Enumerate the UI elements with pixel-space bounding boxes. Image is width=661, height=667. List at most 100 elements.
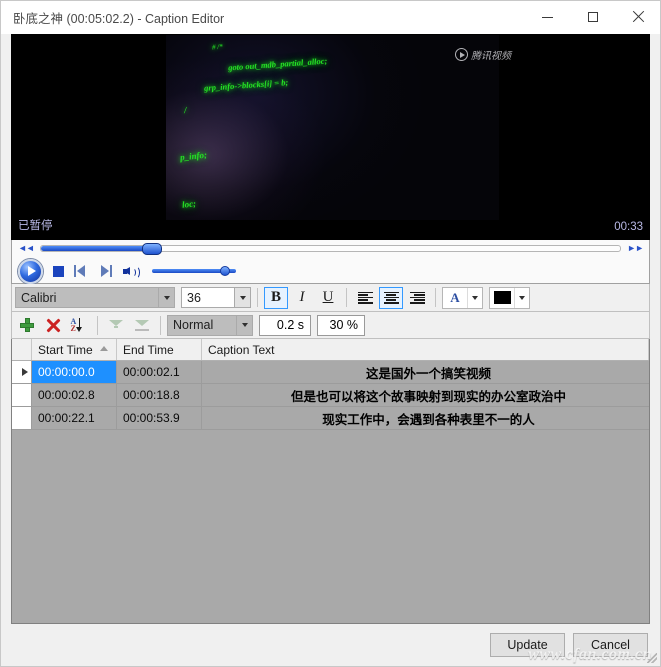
sort-ascending-icon xyxy=(100,346,108,351)
seek-slider[interactable] xyxy=(39,242,622,255)
maximize-button[interactable] xyxy=(570,2,615,33)
minimize-button[interactable] xyxy=(525,2,570,33)
font-family-select[interactable]: Calibri xyxy=(15,287,175,308)
align-right-icon xyxy=(409,291,425,304)
chevron-down-icon[interactable] xyxy=(234,288,250,307)
volume-thumb[interactable] xyxy=(220,266,230,276)
fill-color-button[interactable] xyxy=(489,286,530,309)
update-button[interactable]: Update xyxy=(490,633,565,657)
caption-editor-window: 卧底之神 (00:05:02.2) - Caption Editor # /* … xyxy=(0,0,661,667)
align-center-button[interactable] xyxy=(379,286,403,309)
bold-button[interactable]: B xyxy=(264,286,288,309)
align-right-button[interactable] xyxy=(405,287,429,309)
font-size-select[interactable]: 36 xyxy=(181,287,251,308)
delete-caption-button[interactable] xyxy=(41,314,65,336)
minimize-icon xyxy=(542,16,553,18)
toolbar-divider xyxy=(97,315,98,335)
tencent-video-watermark: 腾讯视频 xyxy=(455,47,511,62)
table-row[interactable]: 00:00:00.0 00:00:02.1 这是国外一个搞笑视频 xyxy=(12,361,649,384)
filter-down-icon xyxy=(134,319,150,331)
chevron-down-icon[interactable] xyxy=(158,288,174,307)
resize-grip[interactable] xyxy=(647,653,657,663)
grid-header-start-time-label: Start Time xyxy=(38,342,93,357)
maximize-icon xyxy=(587,12,598,22)
playback-button-row xyxy=(18,258,643,284)
format-toolbar: Calibri 36 B I U A xyxy=(11,284,650,312)
underline-button[interactable]: U xyxy=(316,287,340,309)
cell-end-time[interactable]: 00:00:18.8 xyxy=(117,384,202,406)
volume-slider[interactable] xyxy=(152,266,236,276)
window-title: 卧底之神 (00:05:02.2) - Caption Editor xyxy=(13,11,225,26)
toolbar-divider xyxy=(257,288,258,307)
font-color-button[interactable]: A xyxy=(442,286,483,309)
seek-fill xyxy=(40,245,151,251)
grid-header-end-time[interactable]: End Time xyxy=(117,339,202,360)
code-line: # /* xyxy=(211,42,224,52)
font-color-label: A xyxy=(450,289,460,305)
plus-icon xyxy=(20,318,34,332)
italic-button[interactable]: I xyxy=(290,287,314,309)
filter-down-button xyxy=(130,314,154,336)
video-frame: # /* goto out_mdb_partial_alloc; grp_inf… xyxy=(166,35,499,220)
align-left-icon xyxy=(357,291,373,304)
align-left-button[interactable] xyxy=(353,287,377,309)
cell-caption-text[interactable]: 现实工作中，会遇到各种表里不一的人 xyxy=(202,407,649,429)
close-x-icon xyxy=(46,318,60,332)
font-color-icon[interactable]: A xyxy=(443,288,467,308)
grid-header-caption-text[interactable]: Caption Text xyxy=(202,339,649,360)
previous-frame-button[interactable] xyxy=(74,265,88,277)
row-selector[interactable] xyxy=(12,361,32,383)
fill-color-swatch[interactable] xyxy=(490,288,514,308)
seek-thumb[interactable] xyxy=(142,242,163,255)
cell-start-time[interactable]: 00:00:02.8 xyxy=(32,384,117,406)
cancel-button[interactable]: Cancel xyxy=(573,633,648,657)
video-status-label: 已暂停 xyxy=(18,220,53,232)
transport-controls: ◄◄ ►► xyxy=(11,240,650,284)
fade-duration-input[interactable]: 0.2 s xyxy=(259,314,311,336)
toolbar-divider xyxy=(346,288,347,307)
opacity-input[interactable]: 30 % xyxy=(317,314,365,336)
next-frame-button[interactable] xyxy=(98,265,112,277)
font-size-value: 36 xyxy=(182,288,234,307)
cell-start-time[interactable]: 00:00:22.1 xyxy=(32,407,117,429)
filter-up-button xyxy=(104,314,128,336)
row-selector[interactable] xyxy=(12,384,32,406)
sort-captions-button[interactable]: AZ xyxy=(67,314,91,336)
cell-caption-text[interactable]: 这是国外一个搞笑视频 xyxy=(202,361,649,383)
caption-style-select[interactable]: Normal xyxy=(167,314,253,336)
grid-header-start-time[interactable]: Start Time xyxy=(32,339,117,360)
cell-end-time[interactable]: 00:00:02.1 xyxy=(117,361,202,383)
close-icon xyxy=(632,11,644,23)
current-row-icon xyxy=(21,368,28,376)
tencent-brand-label: 腾讯视频 xyxy=(471,51,511,62)
row-selector[interactable] xyxy=(12,407,32,429)
font-family-value: Calibri xyxy=(21,290,57,305)
rewind-icon[interactable]: ◄◄ xyxy=(18,243,35,253)
caption-style-value: Normal xyxy=(173,318,214,332)
play-button[interactable] xyxy=(18,258,43,284)
align-center-icon xyxy=(383,291,399,304)
filter-up-icon xyxy=(108,319,124,331)
cell-start-time[interactable]: 00:00:00.0 xyxy=(32,361,117,383)
sort-az-icon: AZ xyxy=(71,317,88,333)
stop-button[interactable] xyxy=(53,265,64,277)
play-circle-icon xyxy=(455,48,468,61)
chevron-down-icon[interactable] xyxy=(467,287,482,308)
table-row[interactable]: 00:00:02.8 00:00:18.8 但是也可以将这个故事映射到现实的办公… xyxy=(12,384,649,407)
volume-icon[interactable] xyxy=(123,264,140,279)
grid-header-selector xyxy=(12,339,32,360)
chevron-down-icon[interactable] xyxy=(514,287,529,308)
chevron-down-icon[interactable] xyxy=(236,315,252,335)
code-line: loc; xyxy=(181,198,197,210)
cell-caption-text[interactable]: 但是也可以将这个故事映射到现实的办公室政治中 xyxy=(202,384,649,406)
toolbar-divider xyxy=(435,288,436,307)
table-row[interactable]: 00:00:22.1 00:00:53.9 现实工作中，会遇到各种表里不一的人 xyxy=(12,407,649,430)
title-bar: 卧底之神 (00:05:02.2) - Caption Editor xyxy=(1,1,660,34)
video-preview[interactable]: # /* goto out_mdb_partial_alloc; grp_inf… xyxy=(11,34,650,240)
forward-icon[interactable]: ►► xyxy=(627,243,644,253)
toolbar-divider xyxy=(160,315,161,335)
close-button[interactable] xyxy=(615,2,660,33)
cell-end-time[interactable]: 00:00:53.9 xyxy=(117,407,202,429)
grid-body: 00:00:00.0 00:00:02.1 这是国外一个搞笑视频 00:00:0… xyxy=(12,361,649,623)
add-caption-button[interactable] xyxy=(15,314,39,336)
